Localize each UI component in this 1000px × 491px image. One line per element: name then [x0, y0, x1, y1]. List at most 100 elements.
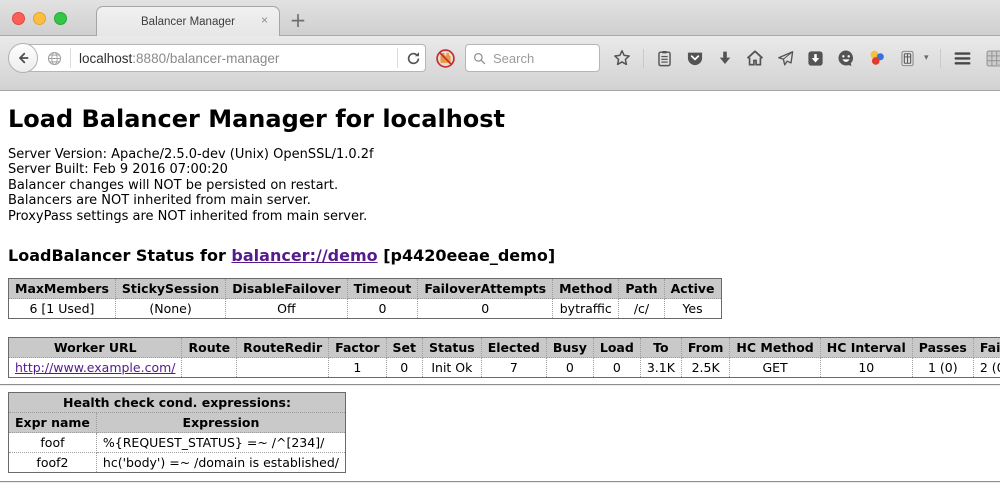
- table-header-row: Expr name Expression: [9, 413, 346, 433]
- page-content: Load Balancer Manager for localhost Serv…: [0, 105, 1000, 483]
- bookmark-star-button[interactable]: [612, 43, 632, 73]
- col-elected: Elected: [481, 338, 546, 358]
- cell-to: 3.1K: [640, 358, 681, 378]
- menu-button[interactable]: [952, 43, 973, 73]
- worker-row: http://www.example.com/ 1 0 Init Ok 7 0 …: [9, 358, 1000, 378]
- tab-title: Balancer Manager: [141, 16, 235, 28]
- reload-button[interactable]: [406, 43, 421, 73]
- col-to: To: [640, 338, 681, 358]
- url-text-path: :8880/balancer-manager: [132, 51, 279, 66]
- health-row: foof %{REQUEST_STATUS} =~ /^[234]/: [9, 433, 346, 453]
- browser-window: Balancer Manager × + localhost:8880/bala…: [0, 0, 1000, 483]
- col-hc-method: HC Method: [730, 338, 820, 358]
- col-set: Set: [386, 338, 422, 358]
- tab-balancer-manager[interactable]: Balancer Manager ×: [96, 6, 280, 36]
- col-maxmembers: MaxMembers: [9, 279, 116, 299]
- home-icon: [745, 48, 765, 68]
- send-tab-button[interactable]: [776, 43, 795, 73]
- cell-fails: 2 (0): [973, 358, 1000, 378]
- notebook-addon-button[interactable]: [898, 43, 917, 73]
- back-arrow-icon: [15, 50, 31, 66]
- cell-routeredir: [237, 358, 329, 378]
- col-routeredir: RouteRedir: [237, 338, 329, 358]
- smiley-icon: [836, 48, 856, 68]
- worker-url-link[interactable]: http://www.example.com/: [15, 360, 175, 375]
- urlbar-divider: [70, 48, 71, 68]
- notebook-icon: [898, 49, 917, 68]
- navigation-toolbar: localhost:8880/balancer-manager: [0, 36, 1000, 91]
- cell-disablefailover: Off: [226, 299, 347, 319]
- table-row: 6 [1 Used] (None) Off 0 0 bytraffic /c/ …: [9, 299, 722, 319]
- bookmark-star-icon: [612, 48, 632, 68]
- server-info: Server Version: Apache/2.5.0-dev (Unix) …: [8, 147, 992, 224]
- cell-active: Yes: [664, 299, 721, 319]
- addon-download-button[interactable]: [806, 43, 825, 73]
- pocket-button[interactable]: [685, 43, 705, 73]
- grid-addon-button[interactable]: [984, 43, 1000, 73]
- window-controls: [12, 12, 67, 25]
- pocket-icon: [685, 48, 705, 68]
- col-from: From: [681, 338, 730, 358]
- health-row: foof2 hc('body') =~ /domain is establish…: [9, 453, 346, 473]
- heading-prefix: LoadBalancer Status for: [8, 246, 231, 265]
- balancer-demo-link[interactable]: balancer://demo: [231, 246, 377, 265]
- table-header-row: MaxMembers StickySession DisableFailover…: [9, 279, 722, 299]
- search-bar[interactable]: [465, 44, 600, 72]
- toolbar-divider: [643, 49, 644, 68]
- colored-dots-addon-button[interactable]: [867, 43, 887, 73]
- persist-notice-line: Balancer changes will NOT be persisted o…: [8, 178, 992, 193]
- health-title-row: Health check cond. expressions:: [9, 393, 346, 413]
- col-factor: Factor: [329, 338, 386, 358]
- server-built-line: Server Built: Feb 9 2016 07:00:20: [8, 162, 992, 177]
- reload-icon: [406, 51, 421, 66]
- url-bar[interactable]: localhost:8880/balancer-manager: [22, 44, 426, 72]
- url-text-domain: localhost: [79, 51, 132, 66]
- clipboard-icon: [655, 49, 674, 68]
- paper-plane-icon: [776, 49, 795, 68]
- downloads-button[interactable]: [716, 43, 734, 73]
- window-minimize-button[interactable]: [33, 12, 46, 25]
- cell-set: 0: [386, 358, 422, 378]
- home-button[interactable]: [745, 43, 765, 73]
- cell-busy: 0: [546, 358, 593, 378]
- reading-list-button[interactable]: [655, 43, 674, 73]
- col-load: Load: [593, 338, 640, 358]
- col-status: Status: [423, 338, 482, 358]
- window-zoom-button[interactable]: [54, 12, 67, 25]
- col-hc-interval: HC Interval: [820, 338, 912, 358]
- col-route: Route: [182, 338, 237, 358]
- cell-expression: %{REQUEST_STATUS} =~ /^[234]/: [96, 433, 345, 453]
- cell-timeout: 0: [347, 299, 418, 319]
- cell-passes: 1 (0): [912, 358, 973, 378]
- col-timeout: Timeout: [347, 279, 418, 299]
- cell-factor: 1: [329, 358, 386, 378]
- cell-status: Init Ok: [423, 358, 482, 378]
- addon-download-icon: [806, 49, 825, 68]
- col-fails: Fails: [973, 338, 1000, 358]
- server-version-line: Server Version: Apache/2.5.0-dev (Unix) …: [8, 147, 992, 162]
- window-close-button[interactable]: [12, 12, 25, 25]
- search-input[interactable]: [491, 50, 581, 67]
- bottom-rule: [0, 481, 1000, 483]
- tab-close-icon[interactable]: ×: [261, 14, 268, 26]
- health-table-title: Health check cond. expressions:: [9, 393, 346, 413]
- back-button[interactable]: [8, 43, 38, 73]
- cell-stickysession: (None): [115, 299, 225, 319]
- dropdown-caret-icon[interactable]: ▾: [924, 53, 929, 63]
- cell-expr-name: foof: [9, 433, 97, 453]
- cell-hc-method: GET: [730, 358, 820, 378]
- divider-rule: [0, 384, 1000, 386]
- loadbalancer-status-heading: LoadBalancer Status for balancer://demo …: [8, 246, 992, 265]
- balancer-settings-table: MaxMembers StickySession DisableFailover…: [8, 278, 722, 319]
- blocked-plugin-button[interactable]: [435, 43, 456, 73]
- cell-maxmembers: 6 [1 Used]: [9, 299, 116, 319]
- smiley-addon-button[interactable]: [836, 43, 856, 73]
- col-active: Active: [664, 279, 721, 299]
- cell-worker-url: http://www.example.com/: [9, 358, 182, 378]
- new-tab-button[interactable]: +: [286, 8, 310, 32]
- col-stickysession: StickySession: [115, 279, 225, 299]
- tab-bar: Balancer Manager × +: [0, 0, 1000, 36]
- blocked-plugin-icon: [435, 48, 456, 69]
- cell-load: 0: [593, 358, 640, 378]
- cell-method: bytraffic: [553, 299, 619, 319]
